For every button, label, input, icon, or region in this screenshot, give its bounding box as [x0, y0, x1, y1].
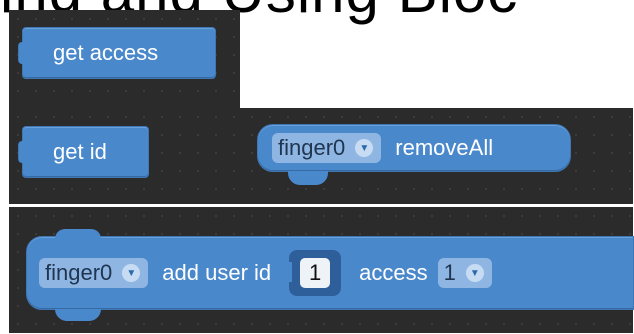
device-dropdown-value: finger0	[278, 135, 346, 160]
get-access-block[interactable]: get access	[18, 27, 216, 79]
block-label: removeAll	[395, 135, 494, 160]
user-id-number-field[interactable]: 1	[300, 258, 331, 288]
user-id-socket[interactable]: 1	[282, 250, 342, 296]
add-user-block[interactable]: finger0 ▼ add user id 1 access 1 ▼	[26, 229, 634, 321]
device-dropdown[interactable]: finger0 ▼	[39, 258, 149, 288]
output-connector	[18, 42, 28, 64]
chevron-down-icon: ▼	[355, 139, 374, 157]
remove-all-block[interactable]: finger0 ▼ removeAll	[257, 124, 571, 185]
access-label: access	[359, 260, 428, 285]
access-dropdown-value: 1	[443, 260, 456, 285]
output-connector	[18, 141, 28, 163]
block-label: get access	[53, 40, 159, 65]
block-label: get id	[53, 139, 107, 164]
access-dropdown[interactable]: 1 ▼	[437, 258, 492, 288]
device-dropdown-value: finger0	[45, 260, 113, 285]
add-user-id-label: add user id	[162, 260, 272, 285]
chevron-down-icon: ▼	[465, 264, 484, 282]
get-id-block[interactable]: get id	[18, 126, 149, 178]
input-connector	[282, 262, 293, 282]
device-dropdown[interactable]: finger0 ▼	[272, 133, 382, 163]
chevron-down-icon: ▼	[122, 264, 141, 282]
